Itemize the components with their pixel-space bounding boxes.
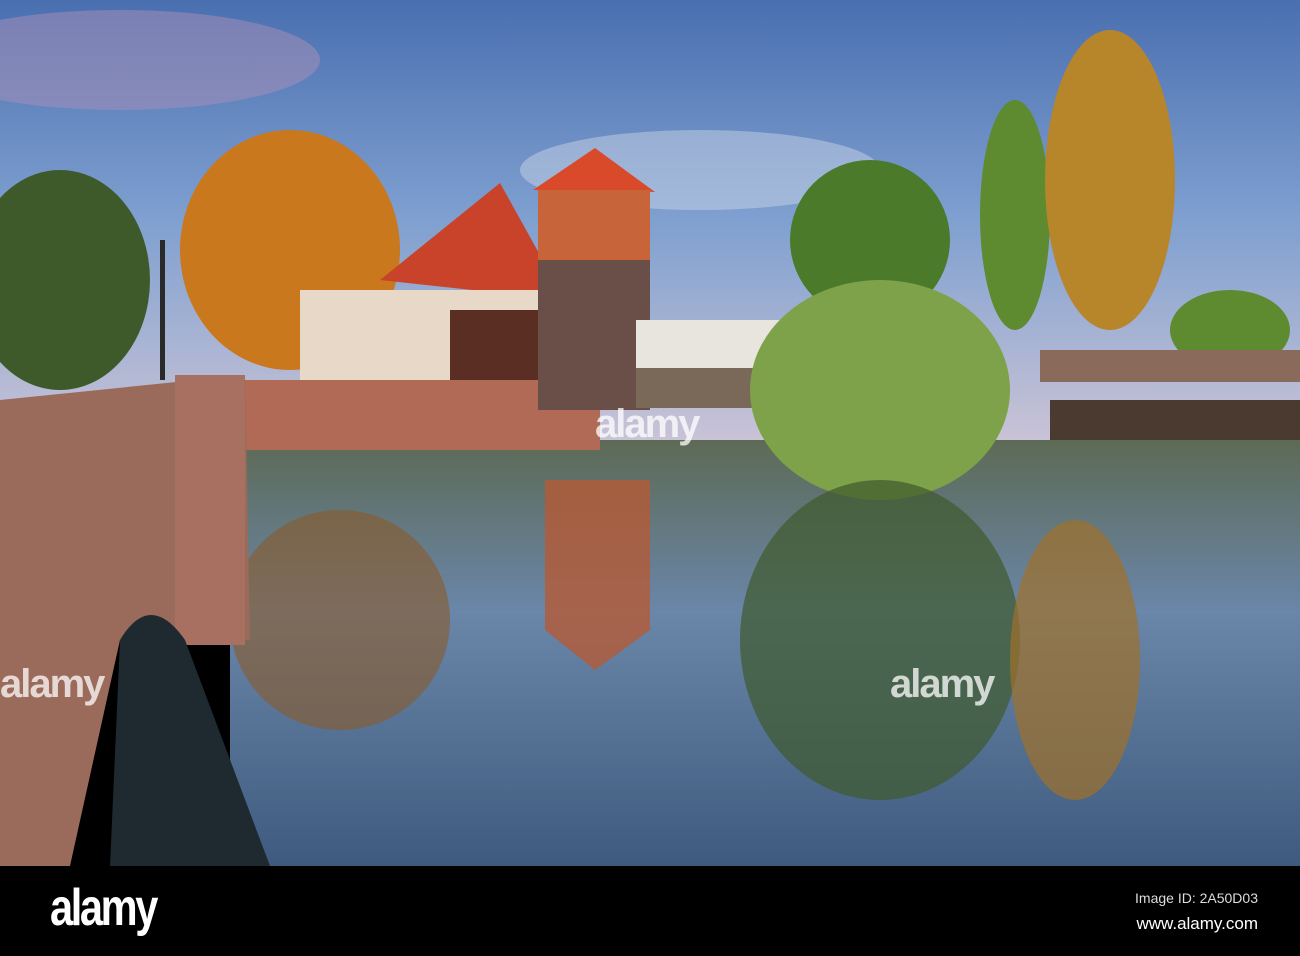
footer-bar: alamy Image ID: 2A50D03 www.alamy.com: [0, 866, 1300, 956]
lamp-post: [160, 240, 165, 380]
covered-bridge-roof: [1040, 350, 1300, 382]
reflection: [1010, 520, 1140, 800]
reflection: [740, 480, 1020, 800]
site-url[interactable]: www.alamy.com: [1135, 914, 1258, 934]
willow-tree: [750, 280, 1010, 500]
covered-bridge: [1050, 400, 1300, 440]
reflection: [230, 510, 450, 730]
stock-photo-page: alamy alamy alamy alamy Image ID: 2A50D0…: [0, 0, 1300, 956]
poplar-tree: [980, 100, 1050, 330]
image-meta: Image ID: 2A50D03 www.alamy.com: [1135, 890, 1258, 934]
image-id: Image ID: 2A50D03: [1135, 890, 1258, 906]
watermark: alamy: [890, 662, 995, 706]
bridge-pillar: [175, 375, 245, 645]
tower-top: [538, 190, 650, 260]
alamy-logo[interactable]: alamy: [50, 878, 158, 938]
watermark: alamy: [595, 402, 700, 446]
poplar-tree: [1045, 30, 1175, 330]
watermark: alamy: [0, 662, 105, 706]
